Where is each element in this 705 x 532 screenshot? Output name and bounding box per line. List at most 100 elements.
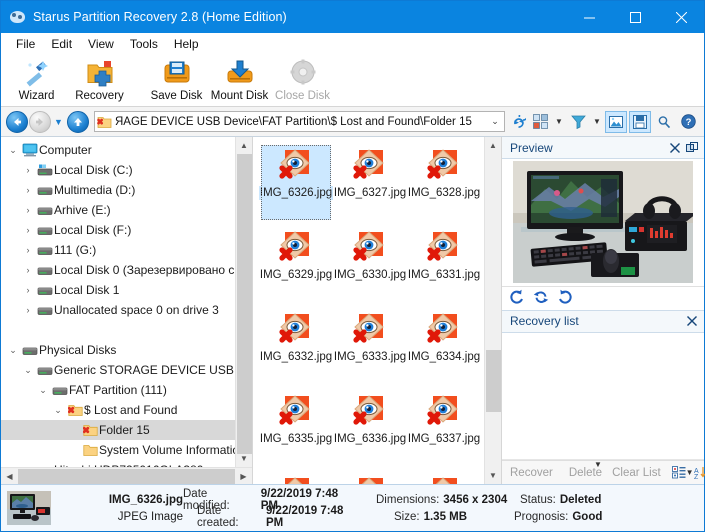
file-item[interactable]: IMG_6332.jpg [260, 309, 332, 384]
chevron-right-icon[interactable]: › [20, 205, 36, 215]
tree-item-lost-and-found[interactable]: ⌄ $ Lost and Found [1, 400, 235, 420]
file-item[interactable]: IMG_6329.jpg [260, 227, 332, 302]
file-item[interactable]: IMG_6326.jpg [258, 145, 334, 220]
list-view-icon[interactable] [671, 462, 686, 484]
tree-hscroll-track[interactable] [18, 468, 235, 485]
file-item[interactable]: IMG_6330.jpg [334, 227, 406, 302]
chevron-down-icon[interactable]: ⌄ [5, 345, 21, 356]
tree-item-generic-storage-device-usb-device[interactable]: ⌄ Generic STORAGE DEVICE USB Device [1, 360, 235, 380]
file-item[interactable]: IMG_6335.jpg [260, 391, 332, 466]
wizard-button[interactable]: Wizard [5, 56, 68, 106]
tree-item-local-disk-c[interactable]: › Local Disk (C:) [1, 160, 235, 180]
recovery-button[interactable]: Recovery [68, 56, 131, 106]
menu-item-file[interactable]: File [8, 35, 43, 53]
save-disk-button[interactable]: Save Disk [145, 56, 208, 106]
menu-item-view[interactable]: View [80, 35, 122, 53]
scroll-down-icon[interactable]: ▼ [485, 467, 502, 484]
minimize-button[interactable] [566, 1, 612, 33]
file-item[interactable]: IMG_6327.jpg [334, 145, 406, 220]
preview-pane-icon[interactable] [605, 110, 627, 133]
file-item[interactable]: IMG_6328.jpg [408, 145, 480, 220]
tree-item-computer[interactable]: ⌄ Computer [1, 140, 235, 160]
view-mode-dropdown-icon[interactable]: ▼ [553, 117, 565, 126]
mount-disk-button[interactable]: Mount Disk [208, 56, 271, 106]
tree-item-111-g[interactable]: › 111 (G:) [1, 240, 235, 260]
chevron-down-icon[interactable]: ⌄ [50, 405, 66, 416]
scroll-right-icon[interactable]: ▶ [235, 472, 252, 481]
search-icon[interactable] [653, 111, 675, 133]
tree-horizontal-scrollbar[interactable]: ◀ ▶ [1, 467, 252, 484]
chevron-right-icon[interactable]: › [20, 165, 36, 175]
file-item[interactable]: IMG_6331.jpg [408, 227, 480, 302]
rotate-right-icon[interactable] [557, 289, 573, 308]
tree-hscroll-thumb[interactable] [18, 468, 235, 484]
close-icon[interactable] [683, 313, 700, 330]
file-item[interactable]: IMG_6338.jpg [261, 473, 331, 484]
list-view-dropdown-icon[interactable]: ▼ [686, 468, 694, 477]
rotate-left-icon[interactable] [509, 289, 525, 308]
save-icon[interactable] [629, 110, 651, 133]
grid-scroll-thumb[interactable] [485, 350, 501, 412]
file-item[interactable]: IMG_6336.jpg [334, 391, 406, 466]
address-dropdown-icon[interactable]: ⌄ [488, 116, 502, 127]
tree-item-local-disk-1[interactable]: › Local Disk 1 [1, 280, 235, 300]
dimensions-value: 3456 x 2304 [443, 493, 508, 506]
sort-icon[interactable]: A Z [694, 462, 705, 484]
menu-item-tools[interactable]: Tools [122, 35, 166, 53]
tree-item-arhive-e[interactable]: › Arhive (E:) [1, 200, 235, 220]
chevron-down-icon[interactable]: ⌄ [5, 145, 21, 156]
up-button[interactable] [67, 110, 89, 133]
view-mode-icon[interactable] [529, 111, 551, 133]
tree-item-unallocated-space-0-on-drive-3[interactable]: › Unallocated space 0 on drive 3 [1, 300, 235, 320]
undock-icon[interactable] [683, 139, 700, 156]
rotate-180-icon[interactable] [533, 289, 549, 308]
tree-item-local-disk-0[interactable]: › Local Disk 0 (Зарезервировано систем [1, 260, 236, 280]
grid-vertical-scrollbar[interactable]: ▲ ▼ [484, 137, 501, 484]
menu-item-help[interactable]: Help [166, 35, 207, 53]
chevron-right-icon[interactable]: › [20, 285, 36, 295]
tree-vertical-scrollbar[interactable]: ▲ ▼ [235, 137, 252, 467]
history-dropdown-button[interactable]: ▼ [52, 117, 65, 127]
menu-item-edit[interactable]: Edit [43, 35, 80, 53]
address-field[interactable]: ЯAGE DEVICE USB Device\FAT Partition\$ L… [94, 111, 505, 132]
chevron-right-icon[interactable]: › [20, 265, 36, 275]
tree-item-system-volume-information[interactable]: System Volume Information [1, 440, 235, 460]
deleted-image-icon [279, 393, 313, 427]
tree-item-local-disk-f[interactable]: › Local Disk (F:) [1, 220, 235, 240]
tree-item-multimedia-d[interactable]: › Multimedia (D:) [1, 180, 235, 200]
scroll-up-icon[interactable]: ▲ [485, 137, 502, 154]
close-icon[interactable] [666, 139, 683, 156]
file-item[interactable]: IMG_6340.jpg [409, 473, 479, 484]
chevron-down-icon[interactable]: ⌄ [35, 385, 51, 396]
file-grid[interactable]: IMG_6326.jpg IMG_6327.jpg IMG_6328.jpg IMG_… [253, 137, 484, 484]
folder-tree[interactable]: ⌄ Computer › Local Disk (C:) › Multimedia (D:… [1, 137, 235, 467]
close-button[interactable] [658, 1, 704, 33]
back-button[interactable] [6, 110, 28, 133]
refresh-button[interactable] [509, 114, 529, 129]
file-item[interactable]: IMG_6333.jpg [334, 309, 406, 384]
file-item[interactable]: IMG_6337.jpg [408, 391, 480, 466]
chevron-right-icon[interactable]: › [20, 245, 36, 255]
tree-item-hitachi-hdp725016gla380[interactable]: ›Hitachi HDP725016GLA380 [1, 460, 235, 467]
recovery-list-body[interactable] [502, 332, 704, 460]
tree-item-fat-partition-111[interactable]: ⌄ FAT Partition (111) [1, 380, 235, 400]
tree-item-folder-15[interactable]: Folder 15 [1, 420, 235, 440]
chevron-right-icon[interactable]: › [20, 185, 36, 195]
filter-dropdown-icon[interactable]: ▼ [591, 117, 603, 126]
chevron-right-icon[interactable]: › [20, 225, 36, 235]
scroll-left-icon[interactable]: ◀ [1, 472, 18, 481]
tree-scroll-area: ⌄ Computer › Local Disk (C:) › Multimedia (D:… [1, 137, 252, 467]
grid-scroll-track[interactable] [485, 154, 502, 467]
tree-scroll-thumb[interactable] [236, 154, 252, 454]
help-icon[interactable]: ? [677, 111, 699, 133]
chevron-right-icon[interactable]: › [20, 305, 36, 315]
file-item[interactable]: IMG_6334.jpg [408, 309, 480, 384]
maximize-button[interactable] [612, 1, 658, 33]
file-item[interactable]: IMG_6339.jpg [335, 473, 405, 484]
tree-item-physical-disks[interactable]: ⌄ Physical Disks [1, 340, 235, 360]
overflow-caret-icon[interactable]: ▼ [594, 460, 602, 469]
chevron-down-icon[interactable]: ⌄ [20, 365, 36, 376]
tree-scroll-track[interactable] [236, 154, 253, 454]
scroll-up-icon[interactable]: ▲ [236, 137, 253, 154]
filter-icon[interactable] [567, 111, 589, 133]
